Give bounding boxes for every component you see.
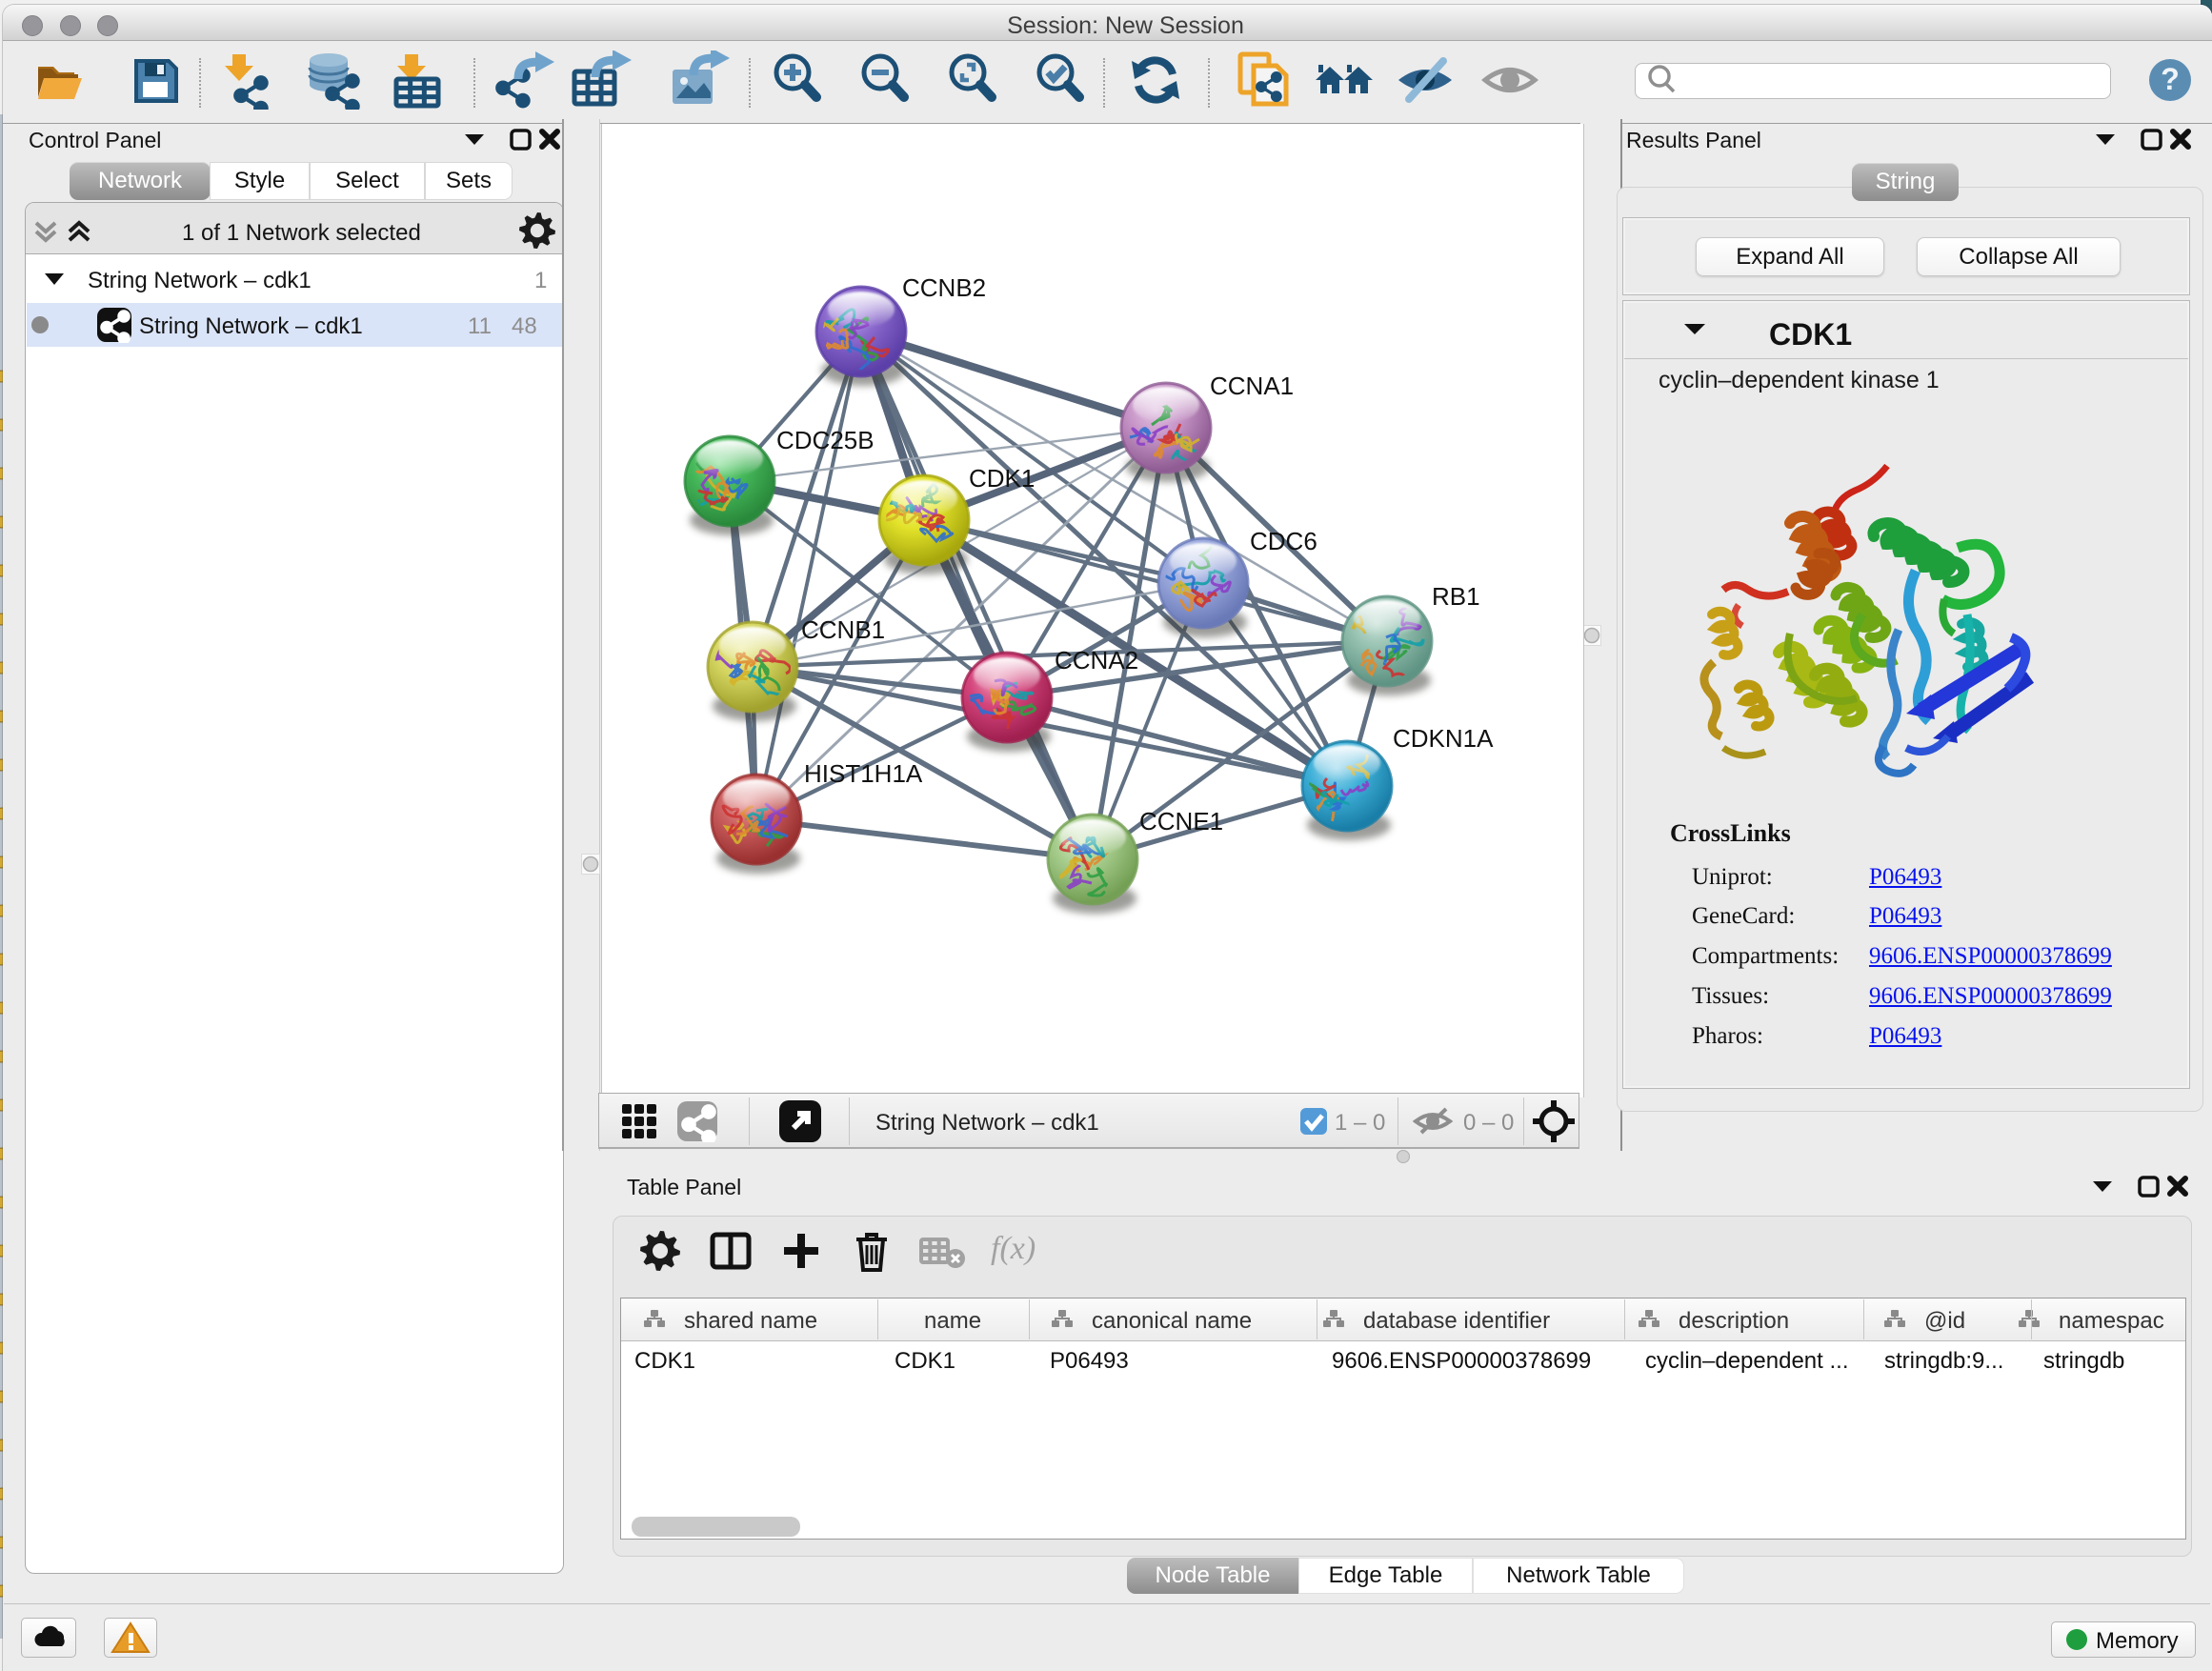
svg-text:?: ? bbox=[2161, 62, 2180, 96]
